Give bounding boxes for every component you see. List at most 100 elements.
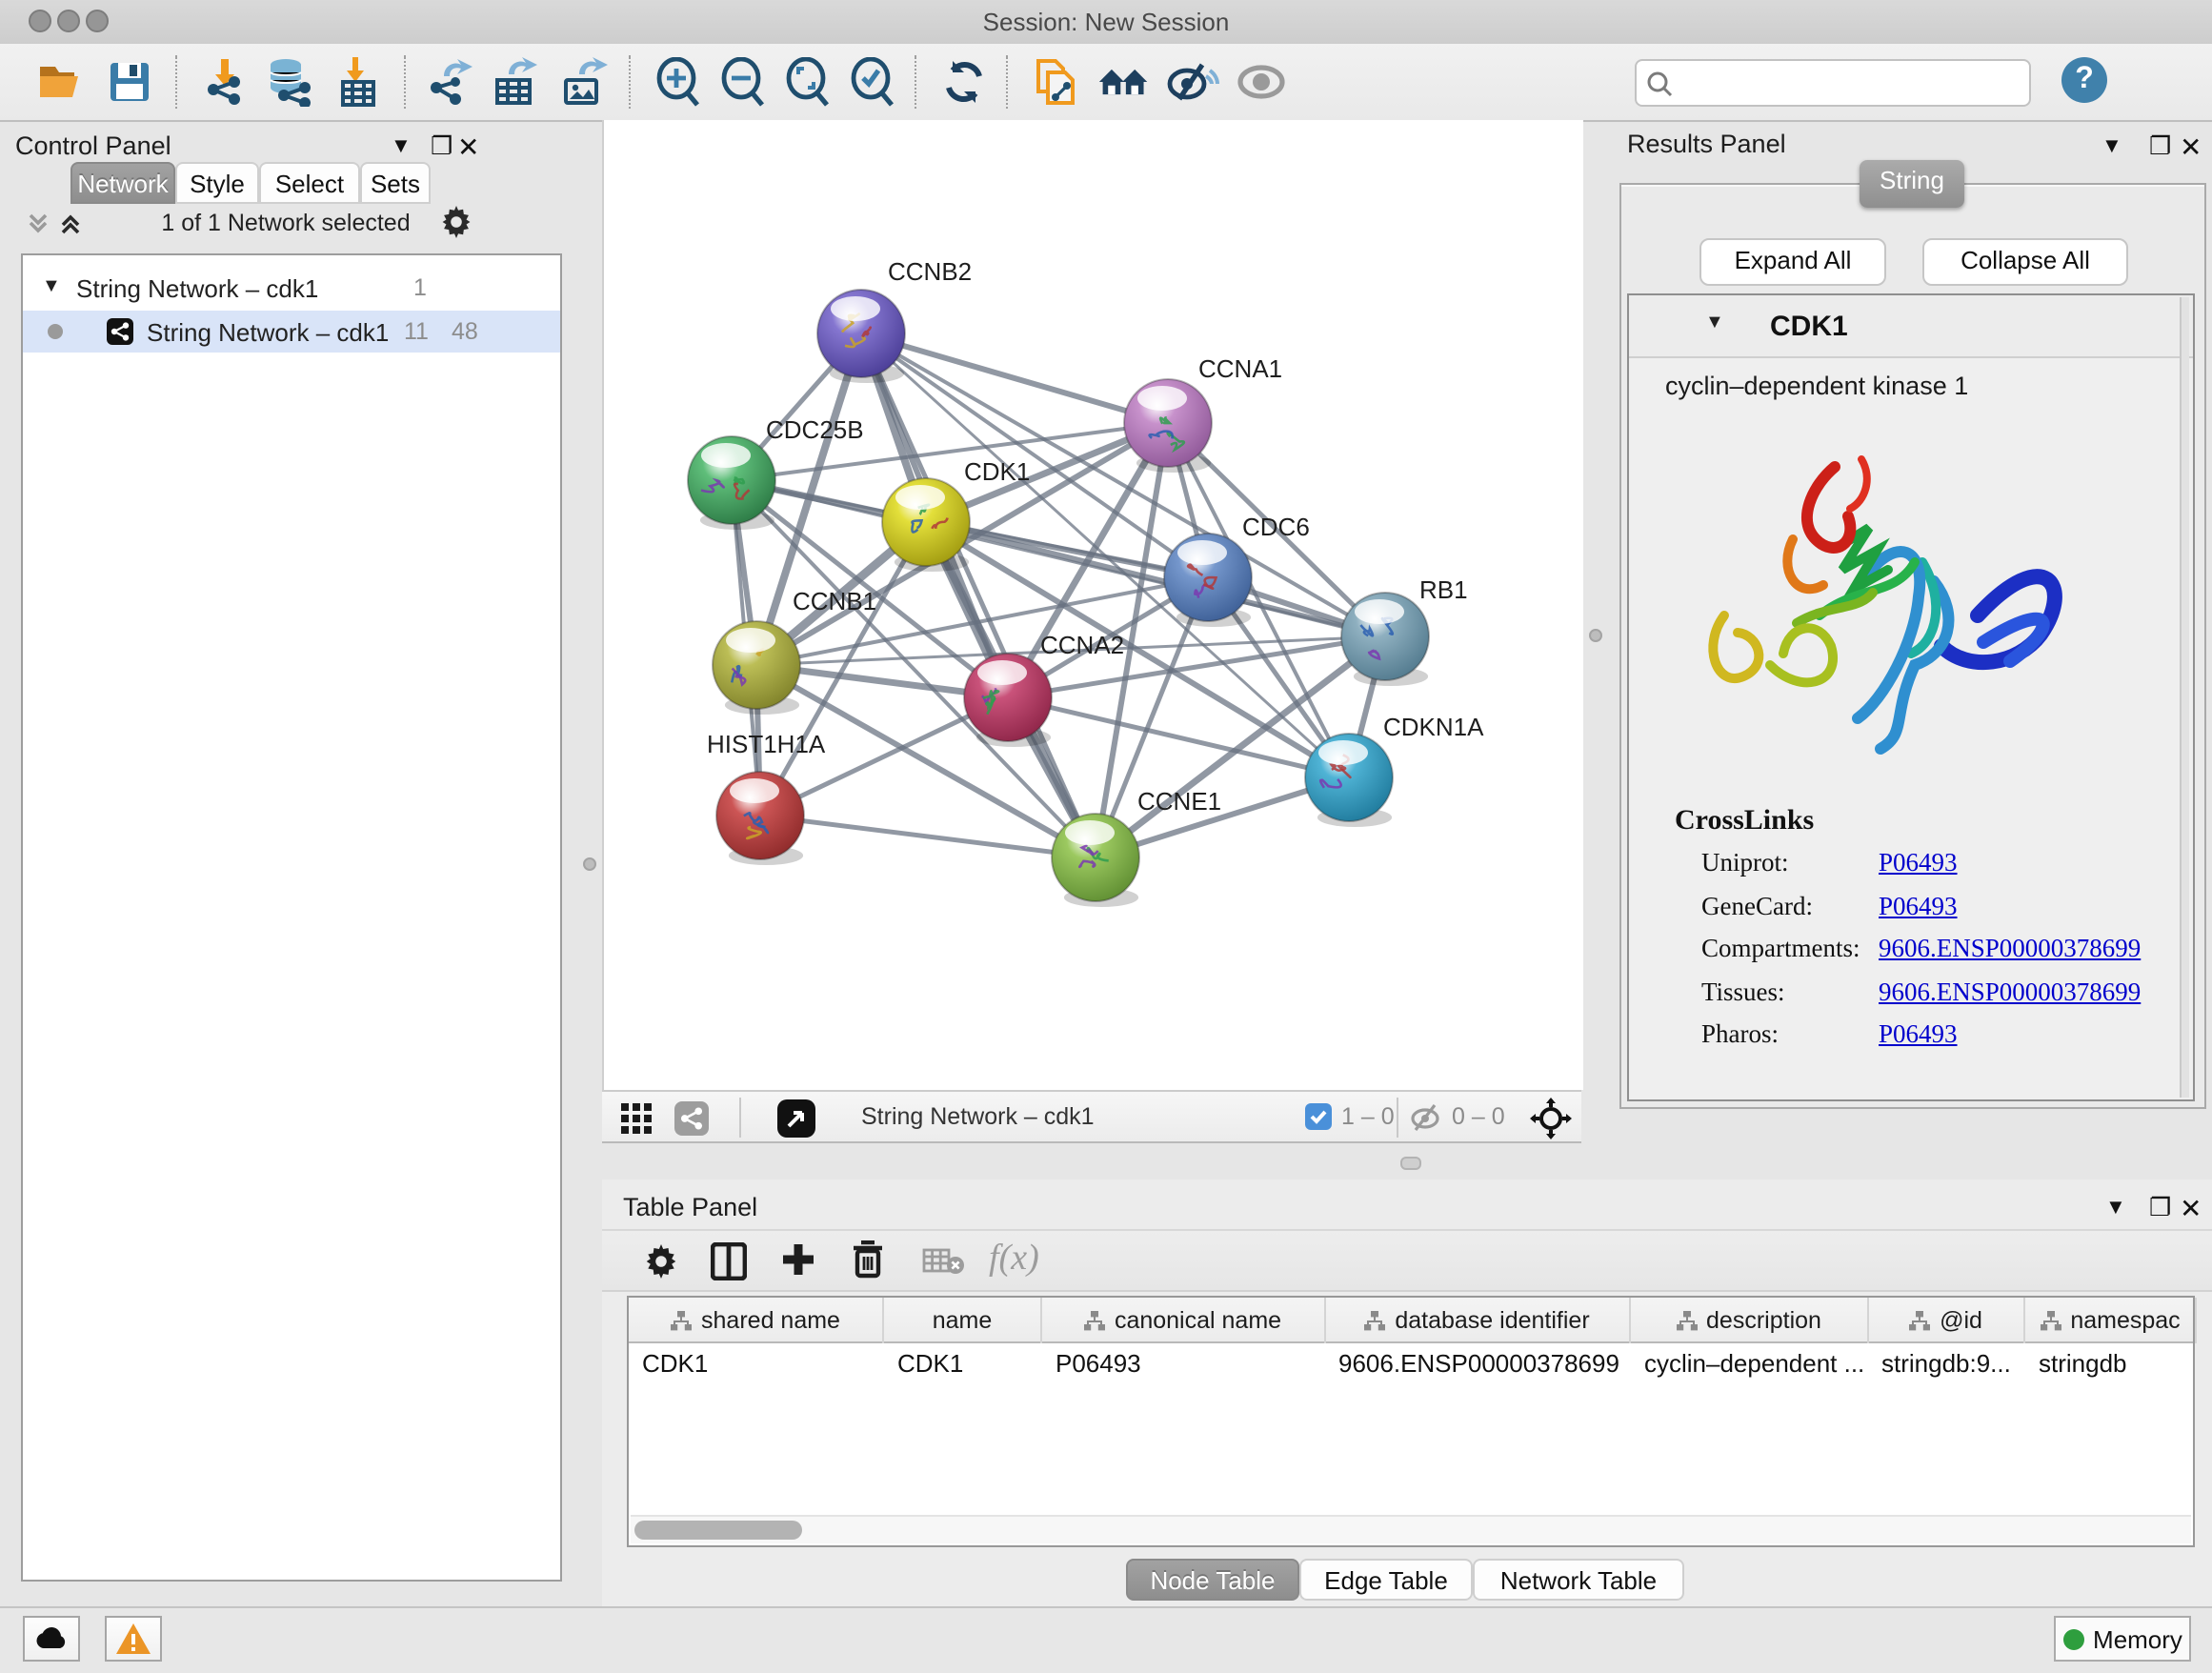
column-header-description[interactable]: description (1631, 1298, 1868, 1343)
cdk1-section-header[interactable]: ▼ CDK1 (1629, 295, 2193, 358)
warning-status-button[interactable] (105, 1616, 162, 1662)
network-canvas[interactable]: CCNB2CCNA1CDC25BCDK1CDC6RB1CCNB1CCNA2CDK… (602, 120, 1583, 1090)
collapse-all-button[interactable]: Collapse All (1922, 238, 2128, 286)
control-panel-collapse-icon[interactable]: ▼ (391, 135, 412, 158)
edge-CCNA2-CDKN1A[interactable] (1008, 697, 1349, 777)
memory-label: Memory (2093, 1624, 2182, 1653)
home-networks-icon[interactable] (1097, 55, 1151, 109)
edge-HIST1H1A-CCNE1[interactable] (760, 816, 1096, 857)
control-tab-network[interactable]: Network (70, 162, 175, 204)
control-panel-close-icon[interactable]: ✕ (457, 131, 479, 164)
table-panel-close-icon[interactable]: ✕ (2180, 1193, 2202, 1225)
delete-column-trash-icon[interactable] (852, 1240, 884, 1288)
results-scrollbar[interactable] (2180, 297, 2189, 1098)
memory-button[interactable]: Memory (2054, 1616, 2191, 1662)
selected-checkbox-icon[interactable] (1305, 1103, 1332, 1130)
column-header-namespac[interactable]: namespac (2025, 1298, 2197, 1343)
horizontal-splitter-handle[interactable] (1400, 1157, 1421, 1170)
table-tab-network-table[interactable]: Network Table (1473, 1559, 1684, 1601)
show-columns-icon[interactable] (711, 1242, 747, 1290)
expand-all-button[interactable]: Expand All (1699, 238, 1886, 286)
table-cell[interactable]: CDK1 (884, 1343, 1042, 1381)
network-graph[interactable]: CCNB2CCNA1CDC25BCDK1CDC6RB1CCNB1CCNA2CDK… (604, 120, 1583, 1090)
table-tab-edge-table[interactable]: Edge Table (1299, 1559, 1473, 1601)
zoom-fit-icon[interactable] (781, 55, 835, 109)
zoom-out-icon[interactable] (716, 55, 770, 109)
table-cell[interactable]: 9606.ENSP00000378699 (1325, 1343, 1631, 1381)
search-input[interactable] (1680, 68, 2029, 98)
zoom-in-icon[interactable] (652, 55, 705, 109)
pan-crosshair-icon[interactable] (1530, 1098, 1572, 1149)
table-cell[interactable]: CDK1 (629, 1343, 884, 1381)
crosslink-link[interactable]: P06493 (1879, 891, 1958, 921)
results-panel-float-icon[interactable]: ❐ (2149, 131, 2171, 162)
crosslink-link[interactable]: P06493 (1879, 1019, 1958, 1050)
network-label: String Network – cdk1 (147, 318, 389, 347)
results-panel-close-icon[interactable]: ✕ (2180, 131, 2202, 164)
table-tab-node-table[interactable]: Node Table (1126, 1559, 1299, 1601)
copy-document-icon[interactable] (1029, 55, 1082, 109)
export-table-icon[interactable] (488, 55, 541, 109)
control-tab-style[interactable]: Style (175, 162, 259, 204)
results-panel-collapse-icon[interactable]: ▼ (2101, 135, 2122, 158)
open-session-icon[interactable] (34, 55, 88, 109)
section-collapse-icon[interactable]: ▼ (1705, 312, 1724, 333)
column-header-database-identifier[interactable]: database identifier (1325, 1298, 1631, 1343)
control-tab-select[interactable]: Select (259, 162, 360, 204)
control-panel-float-icon[interactable]: ❐ (431, 131, 452, 162)
import-table-icon[interactable] (332, 55, 385, 109)
import-network-file-icon[interactable] (198, 55, 251, 109)
node-label-RB1: RB1 (1419, 575, 1468, 604)
crosslink-link[interactable]: P06493 (1879, 848, 1958, 878)
edge-CCNB2-CCNA1[interactable] (861, 333, 1168, 423)
table-cell[interactable]: stringdb:9... (1868, 1343, 2025, 1381)
node-CCNE1[interactable]: CCNE1 (1052, 787, 1221, 907)
search-box[interactable] (1635, 59, 2031, 107)
string-results-tab[interactable]: String (1860, 160, 1964, 208)
node-table[interactable]: shared namenamecanonical namedatabase id… (627, 1296, 2195, 1547)
network-share-icon[interactable] (674, 1101, 709, 1136)
scrollbar-thumb[interactable] (634, 1521, 802, 1540)
birds-eye-grid-icon[interactable] (621, 1103, 652, 1143)
node-HIST1H1A[interactable]: HIST1H1A (707, 730, 826, 865)
help-button[interactable]: ? (2061, 57, 2107, 103)
table-panel-float-icon[interactable]: ❐ (2149, 1193, 2171, 1223)
table-cell[interactable]: P06493 (1042, 1343, 1325, 1381)
tree-expand-icon[interactable]: ▼ (42, 276, 61, 297)
save-session-icon[interactable] (103, 55, 156, 109)
show-eye-icon[interactable] (1235, 55, 1288, 109)
network-collection-row[interactable]: ▼ String Network – cdk1 1 (23, 269, 560, 311)
table-cell[interactable]: stringdb (2025, 1343, 2197, 1381)
cloud-status-button[interactable] (23, 1616, 80, 1662)
column-header-canonical-name[interactable]: canonical name (1042, 1298, 1325, 1343)
edge-CCNB2-CCNE1[interactable] (861, 333, 1096, 857)
export-image-icon[interactable] (556, 55, 610, 109)
hide-annotations-icon[interactable] (1166, 55, 1219, 109)
network-row-selected[interactable]: String Network – cdk1 11 48 (23, 311, 560, 353)
node-CDKN1A[interactable]: CDKN1A (1305, 713, 1484, 827)
refresh-icon[interactable] (937, 55, 991, 109)
table-horizontal-scrollbar[interactable] (631, 1515, 2191, 1543)
crosslink-link[interactable]: 9606.ENSP00000378699 (1879, 934, 2141, 964)
column-header-shared-name[interactable]: shared name (629, 1298, 884, 1343)
table-panel-collapse-icon[interactable]: ▼ (2105, 1197, 2126, 1219)
table-settings-gear-icon[interactable] (644, 1244, 678, 1288)
hidden-eye-slash-icon[interactable] (1410, 1103, 1442, 1141)
cdk1-result-card: ▼ CDK1 cyclin–dependent kinase 1 (1627, 293, 2195, 1101)
right-splitter-handle[interactable] (1589, 629, 1602, 642)
export-network-icon[interactable] (423, 55, 476, 109)
titlebar: Session: New Session (0, 0, 2212, 46)
zoom-selected-icon[interactable] (846, 55, 899, 109)
left-splitter-handle[interactable] (583, 857, 596, 871)
network-options-gear-icon[interactable] (440, 206, 473, 248)
column-header-name[interactable]: name (884, 1298, 1042, 1343)
table-cell[interactable]: cyclin–dependent ... (1631, 1343, 1868, 1381)
window-title: Session: New Session (0, 8, 2212, 36)
crosslink-link[interactable]: 9606.ENSP00000378699 (1879, 977, 2141, 1007)
add-column-plus-icon[interactable] (781, 1242, 815, 1286)
open-in-browser-icon[interactable] (777, 1099, 815, 1138)
node-RB1[interactable]: RB1 (1341, 575, 1468, 686)
import-network-database-icon[interactable] (263, 55, 316, 109)
column-header-@id[interactable]: @id (1868, 1298, 2025, 1343)
control-tab-sets[interactable]: Sets (360, 162, 431, 204)
